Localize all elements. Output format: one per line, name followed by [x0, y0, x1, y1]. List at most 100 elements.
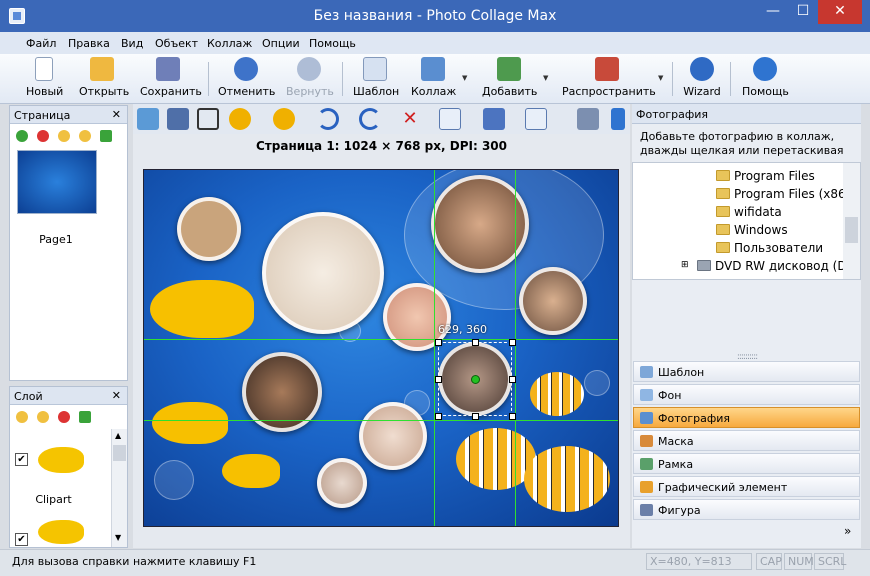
more-tools-icon[interactable]	[611, 108, 625, 130]
menu-collage[interactable]: Коллаж	[207, 37, 252, 50]
add-button[interactable]: Добавить	[482, 57, 537, 98]
layer-visibility-checkbox[interactable]: ✔	[15, 453, 28, 466]
menu-options[interactable]: Опции	[262, 37, 300, 50]
layer-visibility-checkbox[interactable]: ✔	[15, 533, 28, 546]
photo-bubble[interactable]	[359, 402, 427, 470]
collage-button[interactable]: Коллаж	[411, 57, 456, 98]
refresh-layers-icon[interactable]	[79, 411, 91, 423]
scroll-thumb[interactable]	[845, 217, 858, 243]
resize-handle[interactable]	[435, 413, 442, 420]
save-object-icon[interactable]	[483, 108, 505, 130]
add-page-icon[interactable]	[16, 130, 28, 142]
save-button[interactable]: Сохранить	[140, 57, 202, 98]
rotation-center-handle[interactable]	[471, 375, 480, 384]
layer-up-icon[interactable]	[16, 411, 28, 423]
clipart-fish[interactable]	[524, 446, 610, 512]
scroll-down-icon[interactable]: ▼	[115, 533, 121, 542]
layer-thumbnail[interactable]	[32, 510, 92, 547]
send-backward-icon[interactable]	[273, 108, 295, 130]
expand-icon[interactable]: ⊞	[681, 260, 689, 270]
photo-bubble[interactable]	[177, 197, 241, 261]
delete-page-icon[interactable]	[37, 130, 49, 142]
collage-dropdown-arrow[interactable]: ▼	[462, 74, 467, 82]
guide-line-vertical[interactable]	[515, 170, 516, 526]
zoom-icon[interactable]	[577, 108, 599, 130]
align-icon[interactable]	[439, 108, 461, 130]
guide-line-vertical[interactable]	[434, 170, 435, 526]
tree-item[interactable]: Program Files	[716, 169, 815, 183]
open-button[interactable]: Открыть	[79, 57, 129, 98]
help-button[interactable]: Помощь	[742, 57, 789, 98]
menu-file[interactable]: Файл	[26, 37, 56, 50]
resize-handle[interactable]	[509, 376, 516, 383]
bring-forward-icon[interactable]	[229, 108, 251, 130]
resize-handle[interactable]	[509, 413, 516, 420]
layers-panel-close-button[interactable]: ✕	[112, 389, 121, 402]
clipart-fish[interactable]	[150, 280, 254, 338]
right-panel: Фотография Добавьте фотографию в коллаж,…	[632, 104, 861, 548]
layer-down-icon[interactable]	[37, 411, 49, 423]
undo-button[interactable]: Отменить	[218, 57, 275, 98]
move-page-down-icon[interactable]	[79, 130, 91, 142]
distribute-dropdown-arrow[interactable]: ▼	[658, 74, 663, 82]
accordion-shape[interactable]: Фигура	[633, 499, 860, 520]
image-edit-icon[interactable]	[137, 108, 159, 130]
guide-line-horizontal[interactable]	[144, 339, 618, 340]
delete-object-icon[interactable]: ✕	[399, 108, 421, 130]
accordion-frame[interactable]: Рамка	[633, 453, 860, 474]
tree-scrollbar[interactable]	[843, 163, 860, 279]
accordion-graphic-element[interactable]: Графический элемент	[633, 476, 860, 497]
crop-icon[interactable]	[197, 108, 219, 130]
refresh-pages-icon[interactable]	[100, 130, 112, 142]
guide-line-horizontal[interactable]	[144, 420, 618, 421]
wizard-button[interactable]: Wizard	[682, 57, 722, 98]
new-button[interactable]: Новый	[26, 57, 63, 98]
photo-bubble[interactable]	[262, 212, 384, 334]
resize-handle[interactable]	[435, 339, 442, 346]
accordion-background[interactable]: Фон	[633, 384, 860, 405]
menu-help[interactable]: Помощь	[309, 37, 356, 50]
resize-handle[interactable]	[472, 413, 479, 420]
menu-edit[interactable]: Правка	[68, 37, 110, 50]
add-dropdown-arrow[interactable]: ▼	[543, 74, 548, 82]
expand-more-icon[interactable]: »	[844, 524, 851, 538]
move-page-up-icon[interactable]	[58, 130, 70, 142]
accordion-photo[interactable]: Фотография	[633, 407, 860, 428]
tree-item[interactable]: Program Files (x86)	[716, 187, 850, 201]
maximize-button[interactable]: ☐	[790, 0, 816, 24]
template-button[interactable]: Шаблон	[353, 57, 399, 98]
photo-bubble[interactable]	[519, 267, 587, 335]
tree-item[interactable]: Windows	[716, 223, 788, 237]
delete-layer-icon[interactable]	[58, 411, 70, 423]
accordion-template[interactable]: Шаблон	[633, 361, 860, 382]
menu-object[interactable]: Объект	[155, 37, 198, 50]
scroll-up-icon[interactable]: ▲	[115, 431, 121, 440]
close-button[interactable]: ✕	[818, 0, 862, 24]
rotate-counterclockwise-icon[interactable]	[359, 108, 381, 130]
menu-view[interactable]: Вид	[121, 37, 143, 50]
resize-handle[interactable]	[435, 376, 442, 383]
layer-thumbnail[interactable]	[32, 431, 92, 487]
rotate-clockwise-icon[interactable]	[317, 108, 339, 130]
clipart-fish[interactable]	[222, 454, 280, 488]
collage-canvas[interactable]: 629, 360	[143, 169, 619, 527]
tree-item[interactable]: wifidata	[716, 205, 782, 219]
tree-item[interactable]: Пользователи	[716, 241, 823, 255]
accordion-mask[interactable]: Маска	[633, 430, 860, 451]
redo-button[interactable]: Вернуть	[286, 57, 334, 98]
photo-bubble[interactable]	[317, 458, 367, 508]
clipart-fish[interactable]	[152, 402, 228, 444]
page-thumbnail[interactable]	[17, 150, 97, 214]
resize-handle[interactable]	[472, 339, 479, 346]
distribute-button[interactable]: Распространить	[562, 57, 656, 98]
resize-handle[interactable]	[509, 339, 516, 346]
scroll-thumb[interactable]	[113, 445, 126, 461]
minimize-button[interactable]: —	[760, 0, 786, 24]
layers-scrollbar[interactable]: ▲ ▼	[111, 429, 127, 547]
folder-tree[interactable]: Program Files Program Files (x86) wifida…	[632, 162, 861, 280]
pages-panel-close-button[interactable]: ✕	[112, 108, 121, 121]
person-image-icon[interactable]	[167, 108, 189, 130]
tree-item[interactable]: ⊞ DVD RW дисковод (D:)	[681, 259, 855, 273]
distribute-object-icon[interactable]	[525, 108, 547, 130]
clipart-fish[interactable]	[530, 372, 584, 416]
